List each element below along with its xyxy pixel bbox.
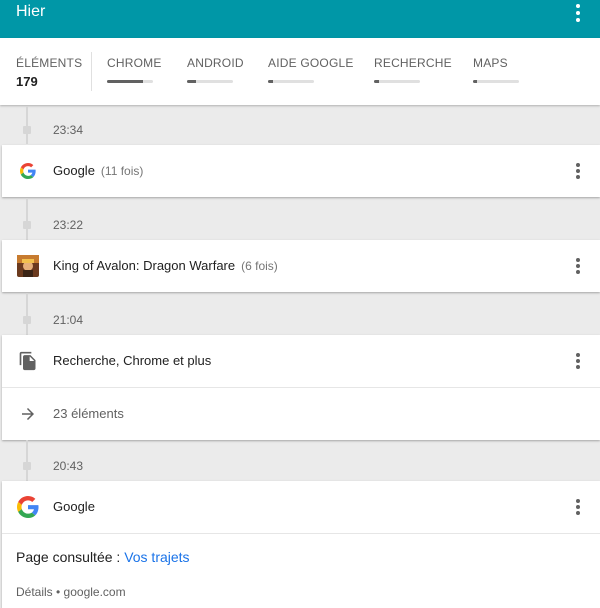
activity-title: Google	[53, 499, 95, 514]
entry-time: 21:04	[53, 313, 84, 327]
category-label: AIDE GOOGLE	[268, 56, 354, 70]
timeline-header: 23:22	[0, 198, 600, 246]
page-title: Hier	[16, 3, 46, 20]
category-bar	[473, 80, 519, 83]
timeline-dot	[23, 126, 31, 134]
category-bar	[268, 80, 314, 83]
timeline-dot	[23, 221, 31, 229]
category-label: ANDROID	[187, 56, 244, 70]
activity-title: King of Avalon: Dragon Warfare (6 fois)	[53, 258, 278, 273]
google-g-icon	[16, 159, 40, 183]
expand-label: 23 éléments	[53, 406, 124, 421]
activity-count: (6 fois)	[241, 259, 278, 273]
activity-card: King of Avalon: Dragon Warfare (6 fois)	[2, 240, 600, 292]
activity-title: Recherche, Chrome et plus	[53, 353, 211, 368]
more-vert-icon[interactable]	[574, 256, 582, 276]
activity-row[interactable]: Recherche, Chrome et plus	[2, 335, 600, 387]
app-header: Hier	[0, 0, 600, 38]
timeline-header: 21:04	[0, 293, 600, 341]
total-count: 179	[16, 74, 38, 89]
stats-bar: ÉLÉMENTS 179 CHROME ANDROID AIDE GOOGLE …	[0, 38, 600, 105]
document-icon	[16, 349, 40, 373]
more-vert-icon[interactable]	[568, 3, 588, 23]
entry-time: 23:34	[53, 123, 84, 137]
google-g-icon	[16, 495, 40, 519]
category-chrome[interactable]: CHROME	[107, 56, 162, 83]
activity-name: Google	[53, 499, 95, 514]
category-bar	[187, 80, 233, 83]
category-label: CHROME	[107, 56, 162, 70]
category-bar	[107, 80, 153, 83]
activity-name: King of Avalon: Dragon Warfare	[53, 258, 236, 273]
page-link[interactable]: Vos trajets	[124, 549, 189, 565]
activity-card: Google (11 fois)	[2, 145, 600, 197]
expand-row[interactable]: 23 éléments	[2, 388, 600, 440]
activity-name: Google	[53, 163, 95, 178]
app-icon	[16, 254, 40, 278]
category-maps[interactable]: MAPS	[473, 56, 519, 83]
activity-row[interactable]: King of Avalon: Dragon Warfare (6 fois)	[2, 240, 600, 292]
category-label: MAPS	[473, 56, 508, 70]
entry-time: 20:43	[53, 459, 84, 473]
activity-card: Google Page consultée : Vos trajets Déta…	[2, 481, 600, 608]
activity-row[interactable]: Google	[2, 481, 600, 533]
total-label: ÉLÉMENTS	[16, 56, 83, 70]
entry-time: 23:22	[53, 218, 84, 232]
activity-count: (11 fois)	[100, 164, 144, 178]
category-recherche[interactable]: RECHERCHE	[374, 56, 452, 83]
category-label: RECHERCHE	[374, 56, 452, 70]
category-aide-google[interactable]: AIDE GOOGLE	[268, 56, 354, 83]
activity-row[interactable]: Google (11 fois)	[2, 145, 600, 197]
divider	[2, 533, 600, 534]
activity-card: Recherche, Chrome et plus 23 éléments	[2, 335, 600, 440]
timeline-dot	[23, 316, 31, 324]
more-vert-icon[interactable]	[574, 497, 582, 517]
details-link[interactable]: Détails • google.com	[16, 585, 126, 599]
category-bar	[374, 80, 420, 83]
category-android[interactable]: ANDROID	[187, 56, 244, 83]
activity-title: Google (11 fois)	[53, 163, 143, 178]
page-visited: Page consultée : Vos trajets	[16, 549, 190, 565]
more-vert-icon[interactable]	[574, 351, 582, 371]
activity-name: Recherche, Chrome et plus	[53, 353, 212, 368]
divider	[91, 52, 92, 91]
more-vert-icon[interactable]	[574, 161, 582, 181]
page-visited-label: Page consultée :	[16, 549, 125, 565]
arrow-right-icon	[16, 402, 40, 426]
timeline-dot	[23, 462, 31, 470]
total-elements: ÉLÉMENTS 179	[16, 56, 82, 89]
